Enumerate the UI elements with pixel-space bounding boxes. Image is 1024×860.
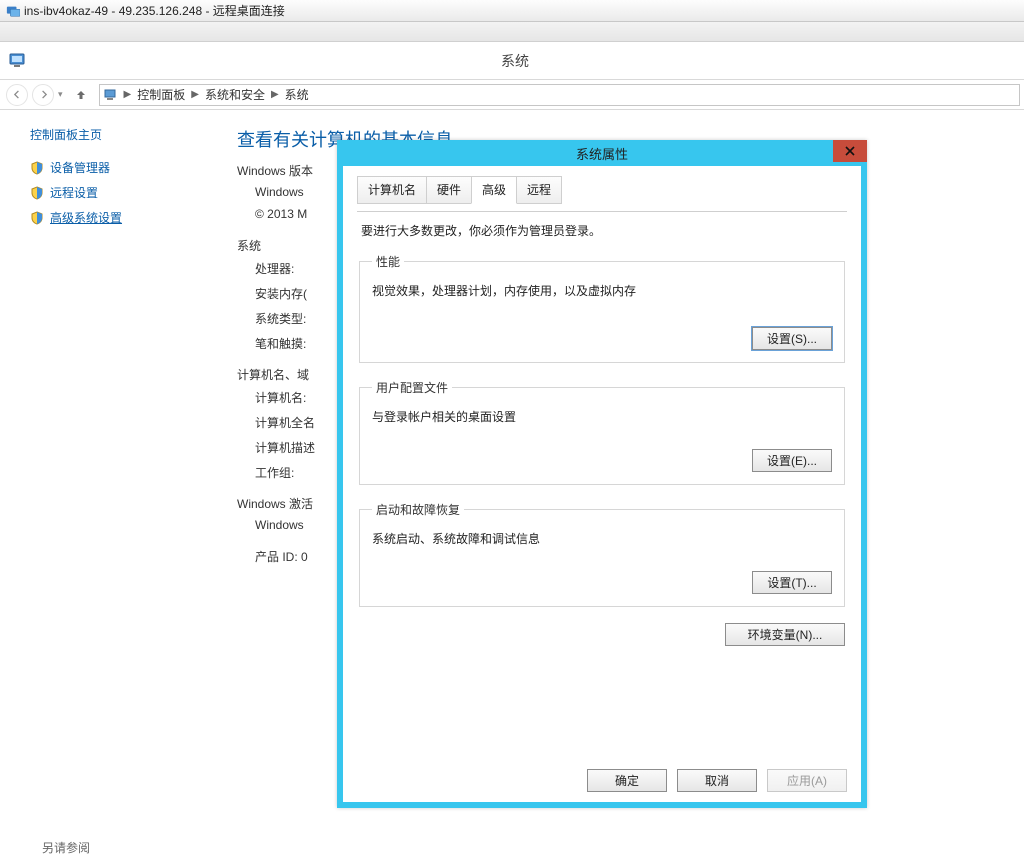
startup-recovery-desc: 系统启动、系统故障和调试信息 <box>372 530 832 547</box>
chevron-right-icon: ▶ <box>124 89 132 100</box>
sidebar-item-device-manager[interactable]: 设备管理器 <box>30 159 213 176</box>
system-icon <box>8 50 30 72</box>
explorer-header: 系统 <box>0 42 1024 80</box>
shield-icon <box>30 186 44 200</box>
cancel-button[interactable]: 取消 <box>677 769 757 792</box>
group-performance-legend: 性能 <box>372 253 404 270</box>
sidebar-item-label: 远程设置 <box>50 184 98 201</box>
group-performance: 性能 视觉效果，处理器计划，内存使用，以及虚拟内存 设置(S)... <box>359 253 845 363</box>
shield-icon <box>30 211 44 225</box>
admin-note: 要进行大多数更改，你必须作为管理员登录。 <box>361 222 847 239</box>
explorer-title: 系统 <box>30 51 1024 71</box>
tab-computer-name[interactable]: 计算机名 <box>357 176 427 204</box>
rdp-icon <box>6 4 20 18</box>
address-bar[interactable]: ▶ 控制面板 ▶ 系统和安全 ▶ 系统 <box>99 84 1020 106</box>
group-startup-recovery-legend: 启动和故障恢复 <box>372 501 464 518</box>
startup-recovery-settings-button[interactable]: 设置(T)... <box>752 571 832 594</box>
navigation-row: ▾ ▶ 控制面板 ▶ 系统和安全 ▶ 系统 <box>0 80 1024 110</box>
dialog-tabs: 计算机名 硬件 高级 远程 <box>357 176 847 204</box>
sidebar-item-label: 设备管理器 <box>50 159 110 176</box>
tab-advanced[interactable]: 高级 <box>471 176 517 204</box>
up-button[interactable] <box>71 85 91 105</box>
environment-variables-button[interactable]: 环境变量(N)... <box>725 623 845 646</box>
breadcrumb-root[interactable]: 控制面板 <box>137 86 185 103</box>
dialog-titlebar[interactable]: 系统属性 <box>337 140 867 166</box>
dialog-footer: 确定 取消 应用(A) <box>587 769 847 792</box>
chevron-right-icon: ▶ <box>271 89 279 100</box>
ok-button[interactable]: 确定 <box>587 769 667 792</box>
dialog-title-text: 系统属性 <box>576 144 628 163</box>
sidebar-item-advanced-settings[interactable]: 高级系统设置 <box>30 209 213 226</box>
rdp-title-text: ins-ibv4okaz-49 - 49.235.126.248 - 远程桌面连… <box>24 0 285 22</box>
computer-icon <box>104 88 118 102</box>
user-profiles-desc: 与登录帐户相关的桌面设置 <box>372 408 832 425</box>
breadcrumb-mid[interactable]: 系统和安全 <box>205 86 265 103</box>
performance-settings-button[interactable]: 设置(S)... <box>752 327 832 350</box>
group-user-profiles: 用户配置文件 与登录帐户相关的桌面设置 设置(E)... <box>359 379 845 485</box>
see-also-label: 另请参阅 <box>42 839 90 856</box>
shield-icon <box>30 161 44 175</box>
sidebar-item-label: 高级系统设置 <box>50 209 122 226</box>
performance-desc: 视觉效果，处理器计划，内存使用，以及虚拟内存 <box>372 282 832 299</box>
sidebar-home[interactable]: 控制面板主页 <box>30 126 213 143</box>
sidebar-item-remote-settings[interactable]: 远程设置 <box>30 184 213 201</box>
system-properties-dialog: 系统属性 计算机名 硬件 高级 远程 要进行大多数更改，你必须作为管理员登录。 … <box>337 140 867 808</box>
tab-hardware[interactable]: 硬件 <box>426 176 472 204</box>
group-startup-recovery: 启动和故障恢复 系统启动、系统故障和调试信息 设置(T)... <box>359 501 845 607</box>
apply-button[interactable]: 应用(A) <box>767 769 847 792</box>
tab-remote[interactable]: 远程 <box>516 176 562 204</box>
user-profiles-settings-button[interactable]: 设置(E)... <box>752 449 832 472</box>
close-button[interactable] <box>833 140 867 162</box>
forward-button[interactable] <box>32 84 54 106</box>
recent-dropdown-icon[interactable]: ▾ <box>58 89 63 100</box>
breadcrumb-leaf[interactable]: 系统 <box>285 86 309 103</box>
rdp-titlebar: ins-ibv4okaz-49 - 49.235.126.248 - 远程桌面连… <box>0 0 1024 22</box>
back-button[interactable] <box>6 84 28 106</box>
sidebar: 控制面板主页 设备管理器 远程设置 高级系统设置 <box>0 110 225 860</box>
rdp-tab-strip <box>0 22 1024 42</box>
chevron-right-icon: ▶ <box>191 89 199 100</box>
group-user-profiles-legend: 用户配置文件 <box>372 379 452 396</box>
